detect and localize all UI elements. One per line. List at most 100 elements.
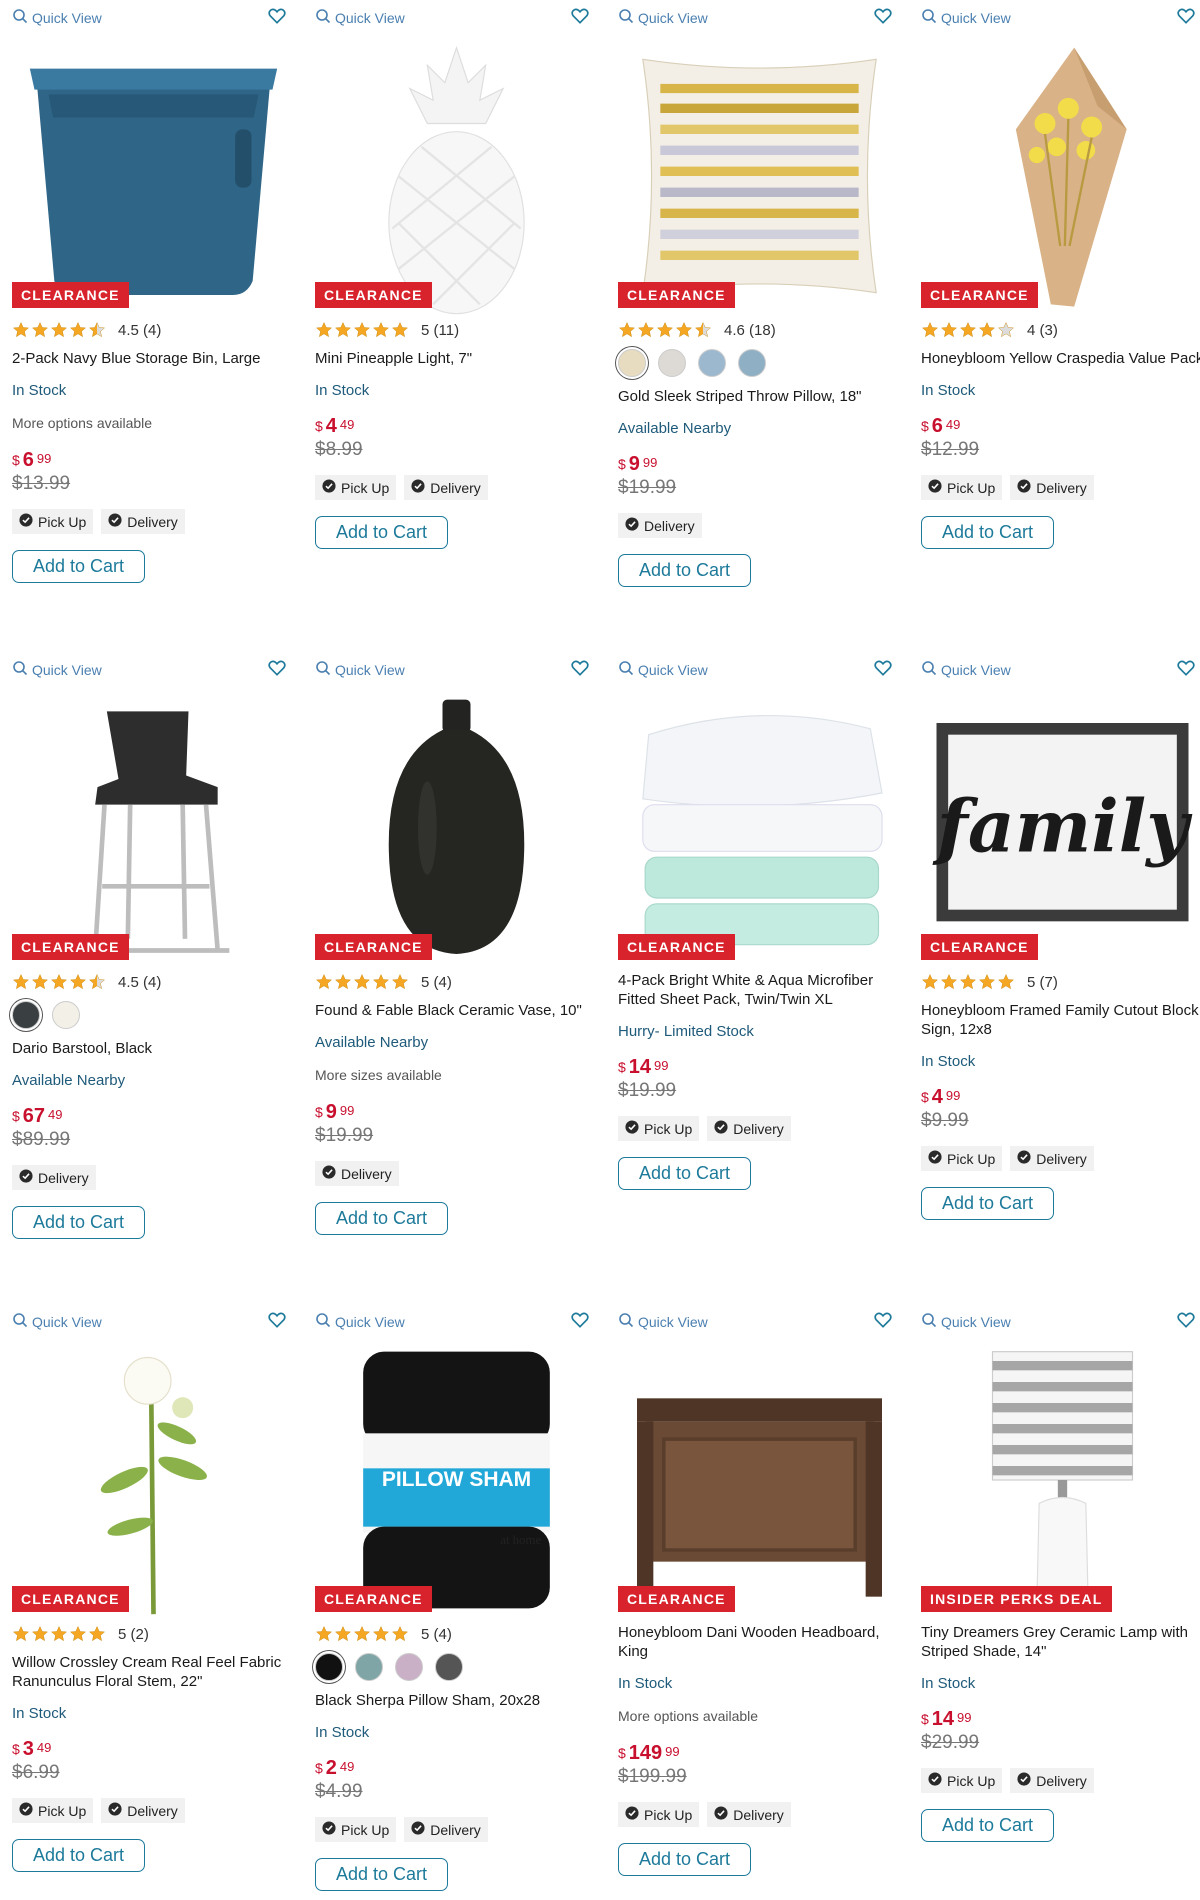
product-card[interactable]: Quick View CLEARANCE 4.5 (4) Dario Barstool… <box>6 652 309 1304</box>
product-image[interactable] <box>618 1340 901 1620</box>
quick-view-link[interactable]: Quick View <box>921 1312 1011 1331</box>
quick-view-link[interactable]: Quick View <box>315 1312 405 1331</box>
product-image[interactable] <box>618 688 901 968</box>
heart-icon[interactable] <box>1176 6 1196 26</box>
add-to-cart-button[interactable]: Add to Cart <box>618 1843 751 1876</box>
quick-view-link[interactable]: Quick View <box>315 8 405 27</box>
quick-view-link[interactable]: Quick View <box>618 8 708 27</box>
quick-view-link[interactable]: Quick View <box>618 660 708 679</box>
heart-icon[interactable] <box>1176 658 1196 678</box>
product-image[interactable]: family <box>921 688 1200 968</box>
heart-icon[interactable] <box>873 1310 893 1330</box>
price-whole: 3 <box>22 1738 34 1760</box>
color-swatch[interactable] <box>738 349 766 377</box>
product-card[interactable]: Quick View CLEARANCE Honeybloom Dani Woode… <box>612 1304 915 1900</box>
product-title[interactable]: 4-Pack Bright White & Aqua Microfiber Fi… <box>618 971 901 1009</box>
product-image[interactable] <box>12 688 295 968</box>
product-card[interactable]: Quick View CLEARANCE 5 (2) Willow Crossley … <box>6 1304 309 1900</box>
check-icon <box>928 1772 942 1789</box>
product-card[interactable]: Quick View PILLOW SHAM at home CLEARANCE 5 (… <box>309 1304 612 1900</box>
heart-icon[interactable] <box>873 658 893 678</box>
color-swatch[interactable] <box>355 1653 383 1681</box>
product-title[interactable]: Found & Fable Black Ceramic Vase, 10" <box>315 1001 598 1020</box>
heart-icon[interactable] <box>1176 1310 1196 1330</box>
fulfillment-label: Pick Up <box>341 479 390 496</box>
product-title[interactable]: Mini Pineapple Light, 7" <box>315 349 598 368</box>
color-swatch[interactable] <box>395 1653 423 1681</box>
product-title[interactable]: Willow Crossley Cream Real Feel Fabric R… <box>12 1653 295 1691</box>
heart-icon[interactable] <box>570 6 590 26</box>
quick-view-link[interactable]: Quick View <box>921 660 1011 679</box>
add-to-cart-button[interactable]: Add to Cart <box>921 1187 1054 1220</box>
product-card[interactable]: Quick View family CLEARANCE 5 (7) Honeybloom… <box>915 652 1200 1304</box>
rating: 4.6 (18) <box>618 319 901 341</box>
color-swatch[interactable] <box>698 349 726 377</box>
product-title[interactable]: Gold Sleek Striped Throw Pillow, 18" <box>618 387 901 406</box>
add-to-cart-button[interactable]: Add to Cart <box>315 1202 448 1235</box>
sale-price: $9 99 <box>618 453 901 477</box>
add-to-cart-button[interactable]: Add to Cart <box>921 516 1054 549</box>
fulfillment-options: Pick Up Delivery <box>618 1116 901 1141</box>
product-card[interactable]: Quick View CLEARANCE 4.6 (18) Gold Sleek St… <box>612 0 915 652</box>
product-card[interactable]: Quick View CLEARANCE 4.5 (4) 2-Pack Navy Bl… <box>6 0 309 652</box>
product-title[interactable]: Honeybloom Framed Family Cutout Block Si… <box>921 1001 1200 1039</box>
quick-view-link[interactable]: Quick View <box>618 1312 708 1331</box>
product-image[interactable] <box>921 1340 1200 1620</box>
heart-icon[interactable] <box>570 1310 590 1330</box>
price-cents: 99 <box>642 455 658 470</box>
product-title[interactable]: Honeybloom Dani Wooden Headboard, King <box>618 1623 901 1661</box>
quick-view-link[interactable]: Quick View <box>921 8 1011 27</box>
heart-icon[interactable] <box>267 658 287 678</box>
product-image[interactable] <box>12 1340 295 1620</box>
product-image[interactable] <box>12 36 295 316</box>
add-to-cart-button[interactable]: Add to Cart <box>12 1206 145 1239</box>
add-to-cart-button[interactable]: Add to Cart <box>12 1839 145 1872</box>
original-price: $199.99 <box>618 1766 687 1787</box>
color-swatch[interactable] <box>12 1001 40 1029</box>
color-swatch[interactable] <box>658 349 686 377</box>
add-to-cart-button[interactable]: Add to Cart <box>618 1157 751 1190</box>
product-title[interactable]: Dario Barstool, Black <box>12 1039 295 1058</box>
product-title[interactable]: Honeybloom Yellow Craspedia Value Pack <box>921 349 1200 368</box>
product-card[interactable]: Quick View CLEARANCE 5 (4) Found & Fable Bl… <box>309 652 612 1304</box>
add-to-cart-button[interactable]: Add to Cart <box>12 550 145 583</box>
color-swatch[interactable] <box>435 1653 463 1681</box>
sale-price: $2 49 <box>315 1757 598 1781</box>
add-to-cart-button[interactable]: Add to Cart <box>315 516 448 549</box>
product-title[interactable]: Tiny Dreamers Grey Ceramic Lamp with Str… <box>921 1623 1200 1661</box>
fulfillment-label: Delivery <box>1036 1772 1087 1789</box>
quick-view-link[interactable]: Quick View <box>12 660 102 679</box>
product-image[interactable] <box>618 36 901 316</box>
quick-view-link[interactable]: Quick View <box>12 8 102 27</box>
quick-view-link[interactable]: Quick View <box>315 660 405 679</box>
product-image[interactable]: PILLOW SHAM at home <box>315 1340 598 1620</box>
availability-status: In Stock <box>921 1675 976 1692</box>
rating: 4 (3) <box>921 319 1200 341</box>
heart-icon[interactable] <box>267 1310 287 1330</box>
heart-icon[interactable] <box>267 6 287 26</box>
product-title[interactable]: Black Sherpa Pillow Sham, 20x28 <box>315 1691 598 1710</box>
check-icon <box>625 1120 639 1137</box>
quick-view-link[interactable]: Quick View <box>12 1312 102 1331</box>
product-image[interactable] <box>315 688 598 968</box>
heart-icon[interactable] <box>873 6 893 26</box>
product-image[interactable] <box>921 36 1200 316</box>
add-to-cart-button[interactable]: Add to Cart <box>618 554 751 587</box>
product-card[interactable]: Quick View CLEARANCE 4 (3) Honeybloom Yello… <box>915 0 1200 652</box>
color-swatch[interactable] <box>618 349 646 377</box>
add-to-cart-button[interactable]: Add to Cart <box>315 1858 448 1891</box>
rating-text: 5 (4) <box>421 973 452 991</box>
product-card[interactable]: Quick View CLEARANCE 5 (11) Mini Pineapple … <box>309 0 612 652</box>
heart-icon[interactable] <box>570 658 590 678</box>
add-to-cart-button[interactable]: Add to Cart <box>921 1809 1054 1842</box>
product-card[interactable]: Quick View CLEARANCE 4-Pack Bright White &… <box>612 652 915 1304</box>
fulfillment-options: Pick Up Delivery <box>921 1768 1200 1793</box>
fulfillment-chip: Delivery <box>1010 1768 1094 1793</box>
product-card[interactable]: Quick View INSIDER PERKS DEAL Tiny Dreamer… <box>915 1304 1200 1900</box>
product-image[interactable] <box>315 36 598 316</box>
check-icon <box>108 1802 122 1819</box>
color-swatch[interactable] <box>52 1001 80 1029</box>
price-whole: 6 <box>22 449 34 471</box>
color-swatch[interactable] <box>315 1653 343 1681</box>
product-title[interactable]: 2-Pack Navy Blue Storage Bin, Large <box>12 349 295 368</box>
